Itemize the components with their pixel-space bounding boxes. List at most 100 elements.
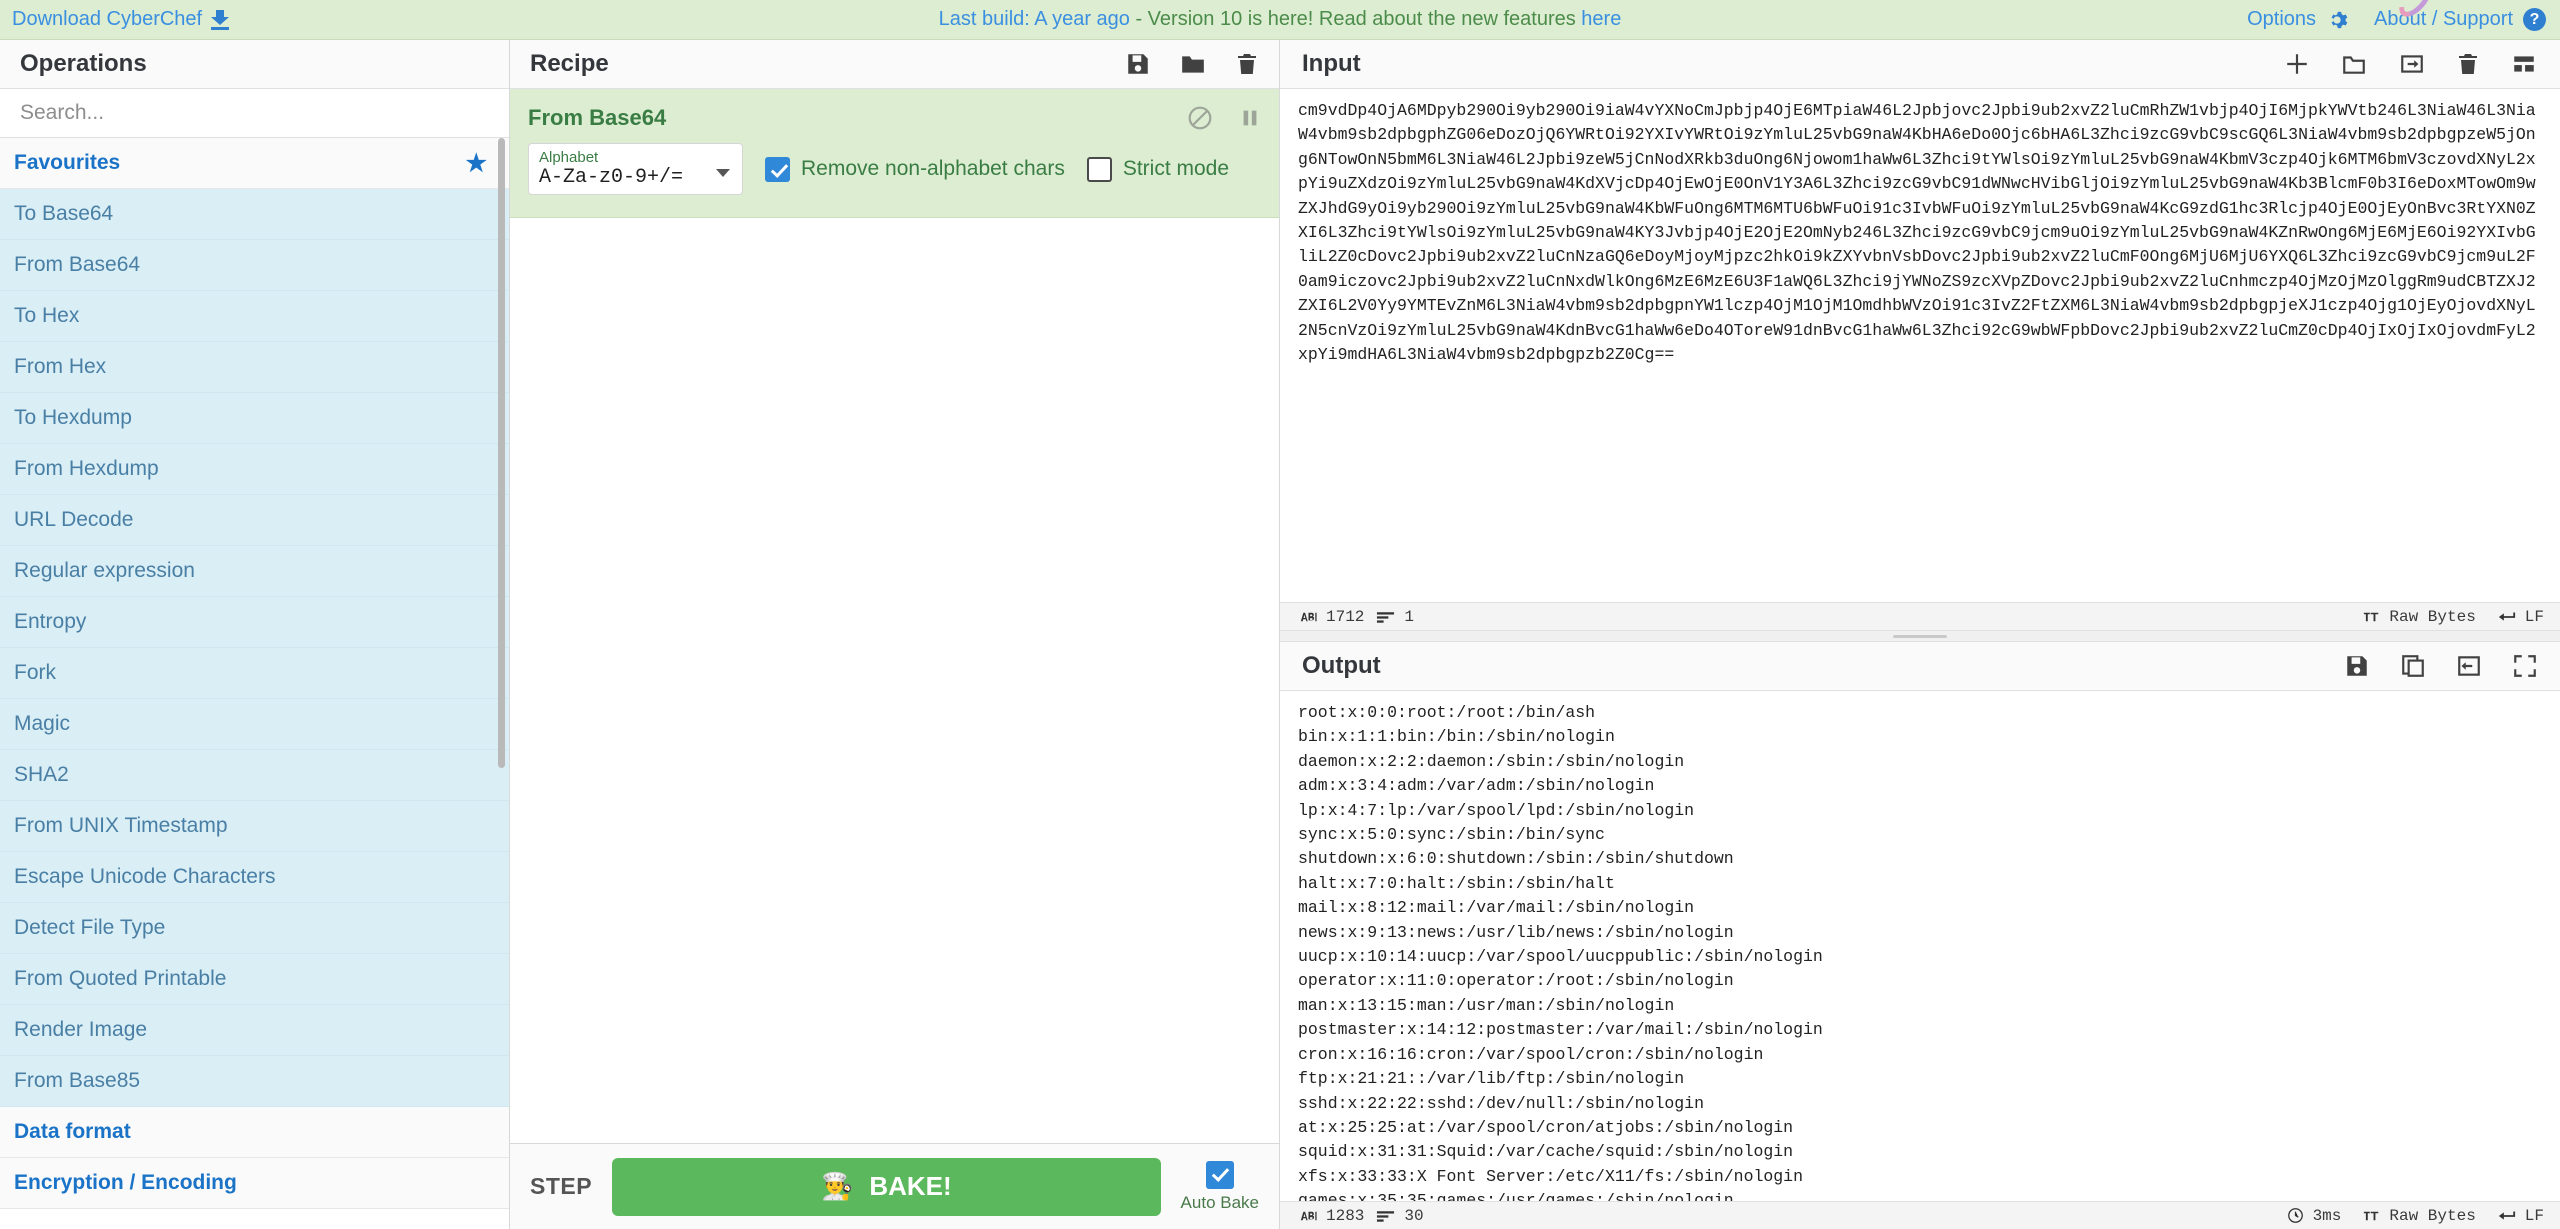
operation-from-hex[interactable]: From Hex [0,342,509,393]
operation-entropy[interactable]: Entropy [0,597,509,648]
checkbox-box[interactable] [1205,1160,1234,1189]
options-button[interactable]: Options [2247,8,2348,31]
output-line-ending-value: LF [2524,1206,2544,1225]
save-icon[interactable] [1125,51,1151,77]
recipe-operation-header: From Base64 [510,99,1279,139]
plus-icon[interactable] [2284,51,2310,77]
input-line-ending[interactable]: LF [2498,608,2544,626]
operation-label: To Hex [14,304,80,327]
category-data-format[interactable]: Data format [0,1107,509,1158]
operation-label: From Hexdump [14,457,159,480]
strict-mode-checkbox[interactable]: Strict mode [1086,156,1229,182]
output-textarea[interactable]: root:x:0:0:root:/root:/bin/ash bin:x:1:1… [1280,691,2560,1201]
recipe-title-bar: Recipe [510,40,1279,89]
operation-label: From Base64 [14,253,141,276]
operation-fork[interactable]: Fork [0,648,509,699]
alphabet-label: Alphabet [539,149,599,166]
operation-label: URL Decode [14,508,134,531]
input-encoding[interactable]: Raw Bytes [2363,608,2476,626]
recipe-title: Recipe [530,50,609,77]
operation-from-quoted-printable[interactable]: From Quoted Printable [0,954,509,1005]
open-as-input-icon[interactable] [2398,51,2426,77]
gear-icon [2331,11,2348,28]
line-ending-icon [2498,612,2515,621]
recipe-operation-from-base64[interactable]: From Base64 Alphabet A-Za-z0-9+/= Remove… [510,89,1279,218]
operation-render-image[interactable]: Render Image [0,1005,509,1056]
trash-icon[interactable] [2456,51,2480,77]
category-favourites[interactable]: Favourites ★ [0,138,509,189]
operation-from-base64[interactable]: From Base64 [0,240,509,291]
output-panel: Output root:x:0:0:root:/root:/bin/ash bi… [1280,642,2560,1229]
output-length: 1283 [1300,1207,1364,1225]
operation-to-hex[interactable]: To Hex [0,291,509,342]
operation-label: From Hex [14,355,107,378]
operation-label: Render Image [14,1018,148,1041]
replace-input-icon[interactable] [2456,653,2482,679]
operation-from-base85[interactable]: From Base85 [0,1056,509,1107]
about-support-label: About / Support [2374,8,2513,30]
input-title-bar: Input [1280,40,2560,89]
output-status-bar: 1283 30 3ms Raw Bytes LF [1280,1201,2560,1229]
remove-non-alphabet-checkbox[interactable]: Remove non-alphabet chars [765,156,1065,182]
operation-escape-unicode-characters[interactable]: Escape Unicode Characters [0,852,509,903]
alphabet-select[interactable]: Alphabet A-Za-z0-9+/= [528,143,743,195]
operation-from-unix-timestamp[interactable]: From UNIX Timestamp [0,801,509,852]
operation-label: Regular expression [14,559,195,582]
folder-icon[interactable] [1179,51,1207,77]
input-status-bar: 1712 1 Raw Bytes LF [1280,602,2560,630]
operations-search-row[interactable] [0,89,509,138]
maximise-icon[interactable] [2512,653,2538,679]
main-area: Operations Favourites ★ To Base64 From B… [0,40,2560,1229]
search-input[interactable] [0,101,509,125]
disable-icon[interactable] [1187,105,1213,131]
output-encoding-value: Raw Bytes [2389,1206,2476,1225]
alphabet-value: A-Za-z0-9+/= [539,166,684,189]
operations-scrollbar[interactable] [498,138,507,1229]
output-bake-time-value: 3ms [2312,1206,2342,1225]
auto-bake-toggle[interactable]: Auto Bake [1181,1160,1259,1213]
category-encryption-encoding[interactable]: Encryption / Encoding [0,1158,509,1209]
operation-regular-expression[interactable]: Regular expression [0,546,509,597]
operation-magic[interactable]: Magic [0,699,509,750]
pause-icon[interactable] [1239,105,1261,131]
build-info: Last build: A year ago - Version 10 is h… [0,8,2560,31]
operation-to-hexdump[interactable]: To Hexdump [0,393,509,444]
input-length-value: 1712 [1326,607,1365,626]
operation-label: Fork [14,661,56,684]
operation-sha2[interactable]: SHA2 [0,750,509,801]
star-icon[interactable]: ★ [465,149,487,178]
operation-label: Detect File Type [14,916,166,939]
operation-detect-file-type[interactable]: Detect File Type [0,903,509,954]
operation-to-base64[interactable]: To Base64 [0,189,509,240]
checkbox-box[interactable] [1086,156,1112,182]
output-encoding[interactable]: Raw Bytes [2363,1206,2476,1225]
bake-button[interactable]: 👨‍🍳 BAKE! [612,1157,1161,1216]
copy-icon[interactable] [2400,653,2426,679]
chevron-down-icon[interactable] [716,169,730,177]
operation-label: To Base64 [14,202,114,225]
operation-label: Magic [14,712,71,735]
remove-non-alphabet-label: Remove non-alphabet chars [801,157,1065,180]
input-textarea[interactable]: cm9vdDp4OjA6MDpyb290Oi9yb290Oi9iaW4vYXNo… [1280,89,2560,602]
folder-icon[interactable] [2340,51,2368,77]
trash-icon[interactable] [1235,51,1259,77]
io-splitter[interactable] [1280,630,2560,642]
operations-scrollbar-thumb[interactable] [498,138,505,768]
operations-list[interactable]: Favourites ★ To Base64 From Base64 To He… [0,138,509,1229]
recipe-body[interactable]: From Base64 Alphabet A-Za-z0-9+/= Remove… [510,89,1279,1143]
tabs-icon[interactable] [2510,51,2538,77]
category-favourites-label: Favourites [14,151,121,174]
step-button[interactable]: STEP [530,1173,592,1200]
operation-from-hexdump[interactable]: From Hexdump [0,444,509,495]
operation-url-decode[interactable]: URL Decode [0,495,509,546]
chef-icon: 👨‍🍳 [820,1171,854,1201]
abc-icon [1300,1211,1317,1220]
top-banner: Download CyberChef Last build: A year ag… [0,0,2560,40]
output-line-ending[interactable]: LF [2498,1207,2544,1225]
output-lines-value: 30 [1404,1206,1424,1225]
build-here-link[interactable]: here [1581,8,1621,30]
operation-label: SHA2 [14,763,69,786]
save-icon[interactable] [2344,653,2370,679]
page-title: Operations [20,50,147,77]
checkbox-box[interactable] [765,156,790,182]
